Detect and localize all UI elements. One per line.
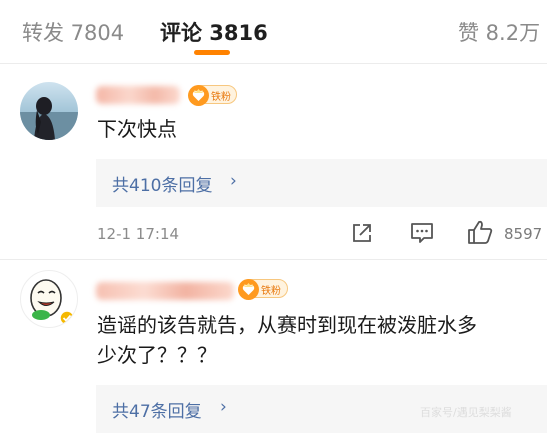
avatar[interactable] [20,270,78,328]
fan-badge: 铁粉 [188,85,237,106]
watermark: 百家号/遇见梨梨酱 [420,406,512,419]
username-blurred[interactable] [96,282,234,300]
like-count: 8597 [504,225,543,243]
tab-likes[interactable]: 赞 8.2万 [458,17,540,47]
comment-icon[interactable] [409,221,435,245]
chevron-right-icon: › [230,171,237,191]
tab-repost[interactable]: 转发 7804 [22,17,124,47]
divider [0,259,547,260]
comment-tabs: 转发 7804 评论 3816 赞 8.2万 [0,0,547,62]
timestamp: 12-1 17:14 [97,225,180,243]
tab-comments[interactable]: 评论 3816 [160,17,268,47]
fan-badge: 铁粉 [238,279,288,300]
divider [0,63,547,64]
replies-link[interactable]: 共410条回复 › [96,159,547,207]
share-icon[interactable] [350,221,374,245]
replies-count-label: 共410条回复 [112,176,213,196]
heart-crown-icon [238,279,259,300]
replies-count-label: 共47条回复 [112,402,202,422]
badge-label: 铁粉 [261,286,281,297]
avatar[interactable] [20,82,78,140]
active-tab-indicator [194,50,230,55]
username-blurred[interactable] [96,86,180,104]
comment-text: 造谣的该告就告，从赛时到现在被泼脏水多 [97,313,477,337]
heart-crown-icon [188,85,209,106]
chevron-right-icon: › [220,397,227,417]
thumbs-up-icon[interactable] [467,219,494,245]
comment-text: 下次快点 [97,117,177,141]
badge-label: 铁粉 [211,92,231,103]
comment-text-continued: 少次了？？？ [97,343,217,367]
